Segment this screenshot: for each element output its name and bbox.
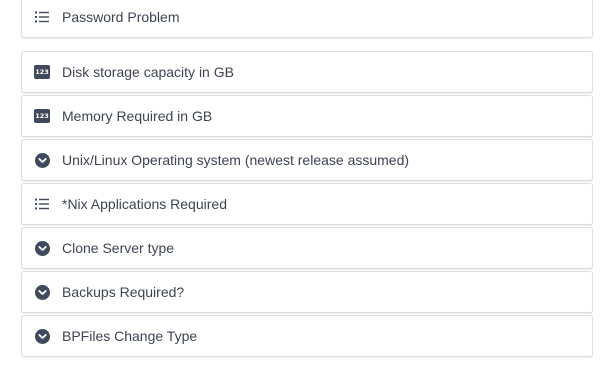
field-label: Memory Required in GB <box>62 108 213 124</box>
field-label: BPFiles Change Type <box>62 328 198 344</box>
number-icon: 123 <box>34 64 50 80</box>
field-label: Clone Server type <box>62 240 175 256</box>
number-icon: 123 <box>34 108 50 124</box>
list-icon <box>34 9 50 25</box>
chevron-down-circle-icon <box>34 328 50 344</box>
field-label: *Nix Applications Required <box>62 196 227 212</box>
field-label: Password Problem <box>62 9 180 25</box>
chevron-down-circle-icon <box>34 240 50 256</box>
field-card-bpfiles-change-type[interactable]: BPFiles Change Type <box>21 315 593 357</box>
field-label: Unix/Linux Operating system (newest rele… <box>62 152 410 168</box>
chevron-down-circle-icon <box>34 284 50 300</box>
field-label: Backups Required? <box>62 284 185 300</box>
field-card-nix-applications[interactable]: *Nix Applications Required <box>21 183 593 225</box>
number-badge: 123 <box>34 65 50 79</box>
field-card-clone-server-type[interactable]: Clone Server type <box>21 227 593 269</box>
field-card-memory-required[interactable]: 123 Memory Required in GB <box>21 95 593 137</box>
chevron-down-circle-icon <box>34 152 50 168</box>
field-card-disk-storage[interactable]: 123 Disk storage capacity in GB <box>21 51 593 93</box>
field-card-operating-system[interactable]: Unix/Linux Operating system (newest rele… <box>21 139 593 181</box>
field-card-backups-required[interactable]: Backups Required? <box>21 271 593 313</box>
number-badge: 123 <box>34 109 50 123</box>
field-card-password-problem[interactable]: Password Problem <box>21 0 593 38</box>
field-label: Disk storage capacity in GB <box>62 64 234 80</box>
list-icon <box>34 196 50 212</box>
